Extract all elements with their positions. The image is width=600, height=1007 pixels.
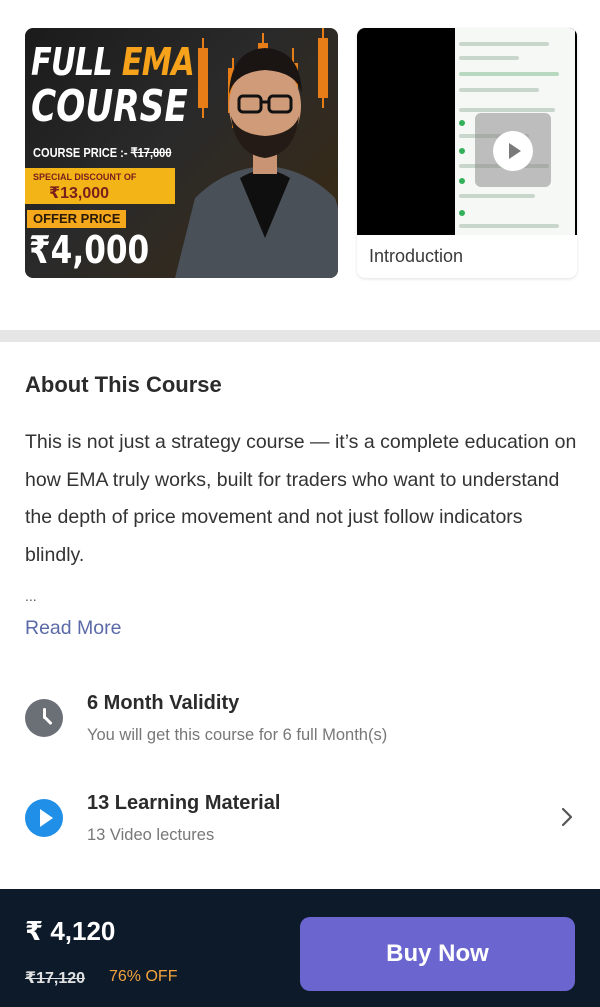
thumbnail-discount-banner: SPECIAL DISCOUNT OF ₹13,000 xyxy=(25,168,175,204)
discount-badge: 76% OFF xyxy=(109,968,178,985)
learning-material-title[interactable]: 13 Learning Material xyxy=(87,792,280,815)
thumbnail-title-line2: COURSE xyxy=(31,81,188,132)
validity-title: 6 Month Validity xyxy=(87,692,240,714)
course-thumbnail[interactable]: FULL EMA COURSE COURSE PRICE :- ₹17,000 … xyxy=(25,28,338,278)
validity-subtitle: You will get this course for 6 full Mont… xyxy=(87,726,388,744)
about-title: About This Course xyxy=(25,372,222,397)
intro-video-card[interactable]: Introduction xyxy=(357,28,577,278)
video-player[interactable] xyxy=(357,28,577,235)
chevron-right-icon[interactable] xyxy=(558,806,576,828)
learning-material-subtitle: 13 Video lectures xyxy=(87,826,215,844)
video-caption: Introduction xyxy=(369,246,464,266)
thumbnail-offer-price: ₹4,000 xyxy=(29,228,150,272)
section-divider xyxy=(0,330,600,342)
thumbnail-title-line1: FULL EMA xyxy=(31,40,195,84)
buy-now-button[interactable]: Buy Now xyxy=(300,917,575,991)
about-description: This is not just a strategy course — it’… xyxy=(25,431,577,566)
play-icon[interactable] xyxy=(493,131,533,171)
original-price: ₹17,120 xyxy=(25,970,86,987)
media-carousel[interactable]: FULL EMA COURSE COURSE PRICE :- ₹17,000 … xyxy=(0,0,600,330)
discount-value: ₹13,000 xyxy=(49,185,110,202)
clock-icon xyxy=(25,699,63,737)
thumbnail-course-price: COURSE PRICE :- ₹17,000 xyxy=(33,145,172,160)
description-ellipsis: ... xyxy=(25,588,37,604)
current-price: ₹ 4,120 xyxy=(25,916,116,946)
discount-label: SPECIAL DISCOUNT OF xyxy=(33,172,137,182)
play-circle-icon xyxy=(25,799,63,837)
thumbnail-offer-label: OFFER PRICE xyxy=(27,210,127,228)
read-more-link[interactable]: Read More xyxy=(25,617,121,640)
